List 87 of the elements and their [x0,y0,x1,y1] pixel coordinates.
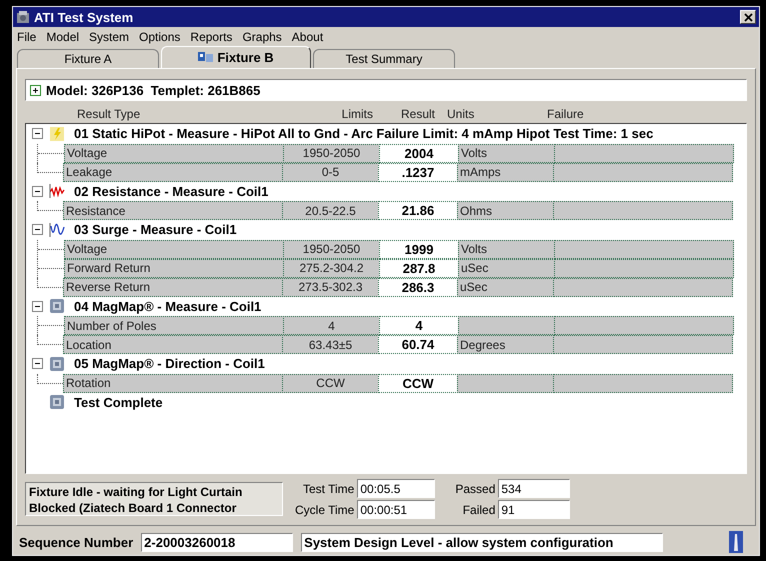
table-cell: Voltage [64,144,284,162]
test-time-field: 00:05.5 [357,479,436,498]
table-cell: 0-5 [282,162,379,182]
table-cell: mAmps [457,162,554,182]
collapse-toggle[interactable] [32,358,43,370]
fixture-icon [198,51,214,64]
design-level-field: System Design Level - allow system configuration [301,532,664,552]
table-cell: Rotation [63,374,283,392]
result-cell: 2004 [379,144,459,162]
app-icon [16,10,30,24]
tab[interactable]: Test Summary [313,49,455,68]
indicator-icon [729,531,743,553]
collapse-toggle[interactable] [32,300,43,312]
failed-field: 91 [498,500,570,519]
collapse-toggle[interactable] [32,128,43,140]
cycle-time-field: 00:00:51 [357,500,436,519]
result-cell: 1999 [379,240,459,258]
test-title[interactable]: 03 Surge - Measure - Coil1 [69,222,237,238]
table-cell: Volts [458,144,555,162]
result-cell: 21.86 [378,201,458,220]
menu-item[interactable]: Options [139,30,180,44]
test-title[interactable]: 05 MagMap® - Direction - Coil1 [69,356,265,372]
table-cell: 20.5-22.5 [282,201,379,220]
collapse-toggle[interactable] [32,224,43,236]
column-header[interactable]: Result Type [25,107,285,121]
magnet-icon [49,298,65,314]
table-cell: Reverse Return [63,278,283,296]
magnet-icon [49,356,65,372]
wave-icon [49,183,65,200]
test-title[interactable]: 04 MagMap® - Measure - Coil1 [69,298,262,314]
column-header[interactable]: Limits [285,107,373,121]
result-cell: 286.3 [378,278,458,296]
passed-field: 534 [498,479,570,498]
menu-item[interactable]: About [292,30,324,44]
table-cell: 1950-2050 [283,144,380,162]
status-message: Fixture Idle - waiting for Light Curtain Blocked (Ziatech Board 1 Connector [25,482,283,516]
result-cell: 60.74 [378,335,458,354]
table-cell: Volts [458,240,555,258]
window-title: ATI Test System [34,10,134,24]
wave-icon [49,222,65,238]
table-cell: CCW [282,374,379,392]
table-cell: 63.43±5 [282,335,379,354]
column-header[interactable]: Result [373,107,435,121]
result-cell: 287.8 [379,258,459,278]
result-cell: CCW [378,374,458,392]
menu-item[interactable]: Model [46,30,80,44]
table-cell: Ohms [457,201,554,220]
table-cell: Leakage [63,162,283,182]
table-cell: 4 [283,316,380,335]
table-cell: Number of Poles [64,316,284,335]
sequence-label: Sequence Number [19,534,134,550]
table-cell: 1950-2050 [283,240,380,258]
model-label: Model: 326P136 Templet: 261B865 [46,82,260,98]
table-cell: Resistance [63,201,283,220]
menu-item[interactable]: Graphs [242,30,282,44]
expand-toggle[interactable] [30,84,41,96]
menu-item[interactable]: Reports [190,30,232,44]
close-button[interactable] [740,10,756,24]
table-cell: Voltage [64,240,284,258]
plus-icon [31,86,40,94]
table-cell: Location [63,335,283,354]
table-cell: uSec [458,258,555,278]
table-cell: 273.5-302.3 [282,278,379,296]
table-cell: uSec [457,278,554,296]
collapse-toggle[interactable] [32,186,43,197]
test-title[interactable]: 02 Resistance - Measure - Coil1 [69,184,268,199]
field-label: Cycle Time [295,502,354,516]
test-title[interactable]: Test Complete [69,394,163,410]
column-header[interactable]: Failure [507,107,584,121]
field-label: Passed [455,482,496,496]
field-label: Failed [462,502,496,516]
tab[interactable]: Fixture B [161,46,311,68]
column-header[interactable]: Units [435,107,507,121]
menu-item[interactable]: System [89,30,130,44]
table-cell: Forward Return [64,258,284,278]
tab[interactable]: Fixture A [17,49,159,68]
magnet-icon [49,394,65,410]
table-cell: 275.2-304.2 [283,258,380,278]
menu-item[interactable]: File [17,30,36,44]
field-label: Test Time [302,482,354,496]
test-title[interactable]: 01 Static HiPot - Measure - HiPot All to Gnd - Arc Failure Limit: 4 mAmp Hipot Test Time: 1 sec [69,126,654,142]
lightning-icon [49,126,65,142]
result-cell: .1237 [378,162,458,182]
close-icon [744,12,752,22]
sequence-number-field: 2-20003260018 [141,532,294,552]
table-cell: Degrees [457,335,554,354]
result-cell: 4 [379,316,459,335]
